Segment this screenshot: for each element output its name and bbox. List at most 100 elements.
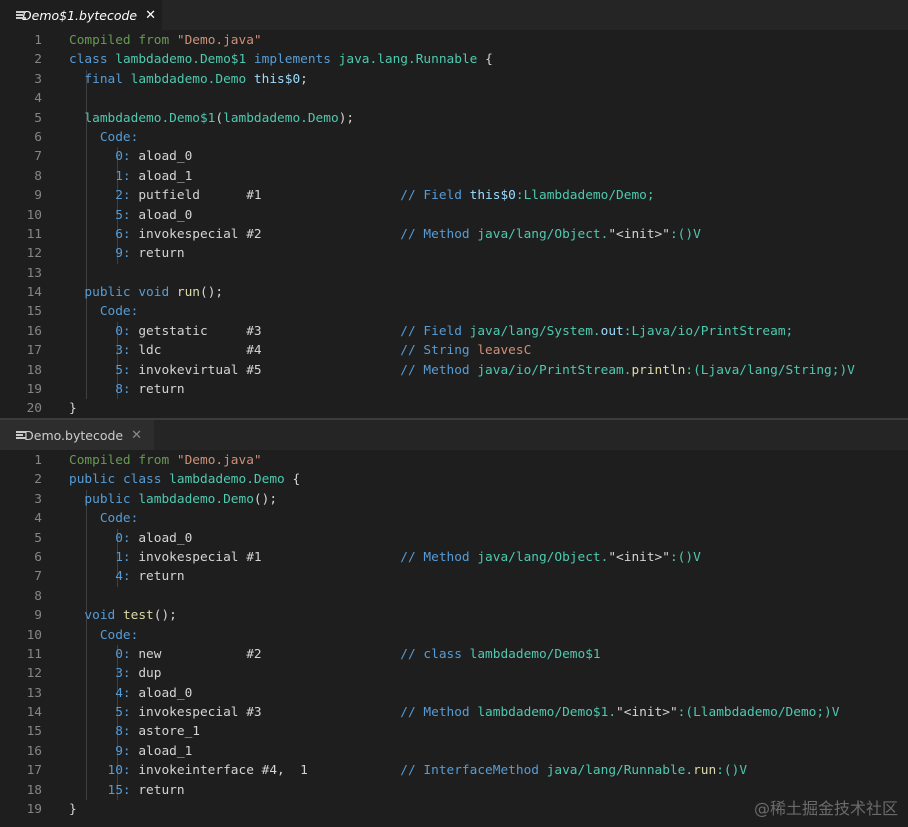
line-content: public class lambdademo.Demo {: [69, 470, 300, 489]
code-token: lambdademo.Demo: [169, 472, 293, 488]
code-token: // Method: [400, 705, 478, 721]
tab-demo-bytecode[interactable]: Demo.bytecode ✕: [0, 420, 154, 450]
code-token: invokespecial #1: [138, 549, 401, 565]
line-number: 14: [26, 705, 42, 721]
code-token: return: [138, 782, 185, 798]
line-content: 2: putfield #1 // Field this$0:Llambdade…: [69, 186, 654, 205]
line-number: 12: [26, 246, 42, 262]
line-number: 10: [26, 207, 42, 223]
tab-label: Demo.bytecode: [24, 427, 124, 443]
code-line: 12 9: return: [0, 244, 908, 264]
code-token: putfield #1: [138, 188, 401, 204]
tab-bar: Demo$1.bytecode ✕: [0, 0, 908, 30]
code-token: 4:: [69, 685, 139, 701]
code-token: 10:: [69, 763, 139, 779]
code-token: "<init>": [616, 705, 678, 721]
code-token: Code:: [69, 129, 139, 145]
line-number: 13: [26, 265, 42, 281]
line-content: Code:: [69, 128, 139, 147]
code-editor-top[interactable]: 1 Compiled from "Demo.java" 2 class lambdad…: [0, 30, 908, 419]
code-token: 3:: [69, 343, 139, 359]
line-number: 9: [34, 188, 42, 204]
line-number: 3: [34, 491, 42, 507]
line-number: 2: [34, 472, 42, 488]
code-token: invokevirtual #5: [138, 362, 401, 378]
code-line: 1 Compiled from "Demo.java": [0, 451, 908, 470]
tab-demo1-bytecode[interactable]: Demo$1.bytecode ✕: [0, 0, 162, 30]
code-token: 9:: [69, 743, 139, 759]
code-token: return: [138, 569, 185, 585]
code-editor-bottom[interactable]: 1 Compiled from "Demo.java" 2 public class …: [0, 450, 908, 819]
file-lines-icon: [16, 430, 26, 440]
line-number: 15: [26, 724, 42, 740]
code-token: return: [138, 382, 185, 398]
code-token: aload_0: [138, 530, 193, 546]
line-number: 20: [26, 401, 42, 417]
code-token: ldc #4: [138, 343, 401, 359]
code-token: return: [138, 246, 185, 262]
code-token: new #2: [138, 646, 401, 662]
code-token: Code:: [69, 511, 139, 527]
code-token: 4:: [69, 569, 139, 585]
line-number: 4: [34, 511, 42, 527]
tab-bar: Demo.bytecode ✕: [0, 420, 908, 450]
code-token: public: [69, 285, 139, 301]
line-content: 8: return: [69, 380, 185, 399]
code-token: 8:: [69, 382, 139, 398]
code-token: public: [69, 491, 139, 507]
line-number: 14: [26, 285, 42, 301]
line-number: 13: [26, 685, 42, 701]
line-number: 7: [34, 569, 42, 585]
code-line: 11 0: new #2 // class lambdademo/Demo$1: [0, 644, 908, 665]
code-line: 9 2: putfield #1 // Field this$0:Llambda…: [0, 186, 908, 206]
code-token: 6:: [69, 226, 139, 242]
code-token: :()V: [716, 763, 748, 779]
code-token: final: [69, 71, 131, 87]
code-token: lambdademo/Demo$1.: [477, 705, 617, 721]
line-number: 18: [26, 782, 42, 798]
line-number: 2: [34, 52, 42, 68]
indent-guide: [86, 586, 87, 607]
code-token: aload_1: [138, 743, 193, 759]
code-token: lambdademo.Demo$1: [69, 110, 216, 126]
line-content: }: [69, 399, 77, 418]
close-icon[interactable]: ✕: [145, 8, 156, 23]
line-number: 16: [26, 323, 42, 339]
code-token: void: [138, 285, 177, 301]
line-content: 1: invokespecial #1 // Method java/lang/…: [69, 548, 701, 567]
code-token: "Demo.java": [176, 33, 262, 48]
code-token: 1:: [69, 549, 139, 565]
line-content: 9: aload_1: [69, 742, 192, 761]
line-content: 8: astore_1: [69, 722, 200, 741]
code-line: 10 Code:: [0, 625, 908, 645]
code-token: "Demo.java": [176, 453, 262, 468]
code-token: ();: [200, 285, 224, 301]
line-number: 18: [26, 362, 42, 378]
line-number: 8: [34, 168, 42, 184]
line-number: 1: [34, 453, 42, 468]
line-content: lambdademo.Demo$1(lambdademo.Demo);: [69, 109, 354, 128]
code-token: Code:: [69, 627, 139, 643]
code-token: run: [693, 763, 717, 779]
code-line: 14 public void run();: [0, 283, 908, 303]
code-token: Code:: [69, 304, 139, 320]
code-line: 5 lambdademo.Demo$1(lambdademo.Demo);: [0, 108, 908, 128]
code-token: getstatic #3: [138, 323, 401, 339]
line-number: 6: [34, 129, 42, 145]
code-line: 8: [0, 586, 908, 607]
line-number: 16: [26, 743, 42, 759]
line-content: class lambdademo.Demo$1 implements java.…: [69, 50, 493, 69]
code-token: lambdademo.Demo: [130, 71, 254, 87]
close-icon[interactable]: ✕: [131, 428, 142, 443]
line-number: 19: [26, 802, 42, 818]
code-token: aload_1: [138, 168, 193, 184]
line-number: 6: [34, 549, 42, 565]
line-content: public void run();: [69, 283, 223, 302]
code-token: run: [176, 285, 200, 301]
line-content: 6: invokespecial #2 // Method java/lang/…: [69, 225, 701, 244]
line-content: void test();: [69, 606, 176, 625]
line-number: 15: [26, 304, 42, 320]
code-line: 16 0: getstatic #3 // Field java/lang/Sy…: [0, 321, 908, 342]
code-token: java/lang/Runnable.: [546, 763, 694, 779]
watermark: @稀土掘金技术社区: [753, 799, 898, 818]
